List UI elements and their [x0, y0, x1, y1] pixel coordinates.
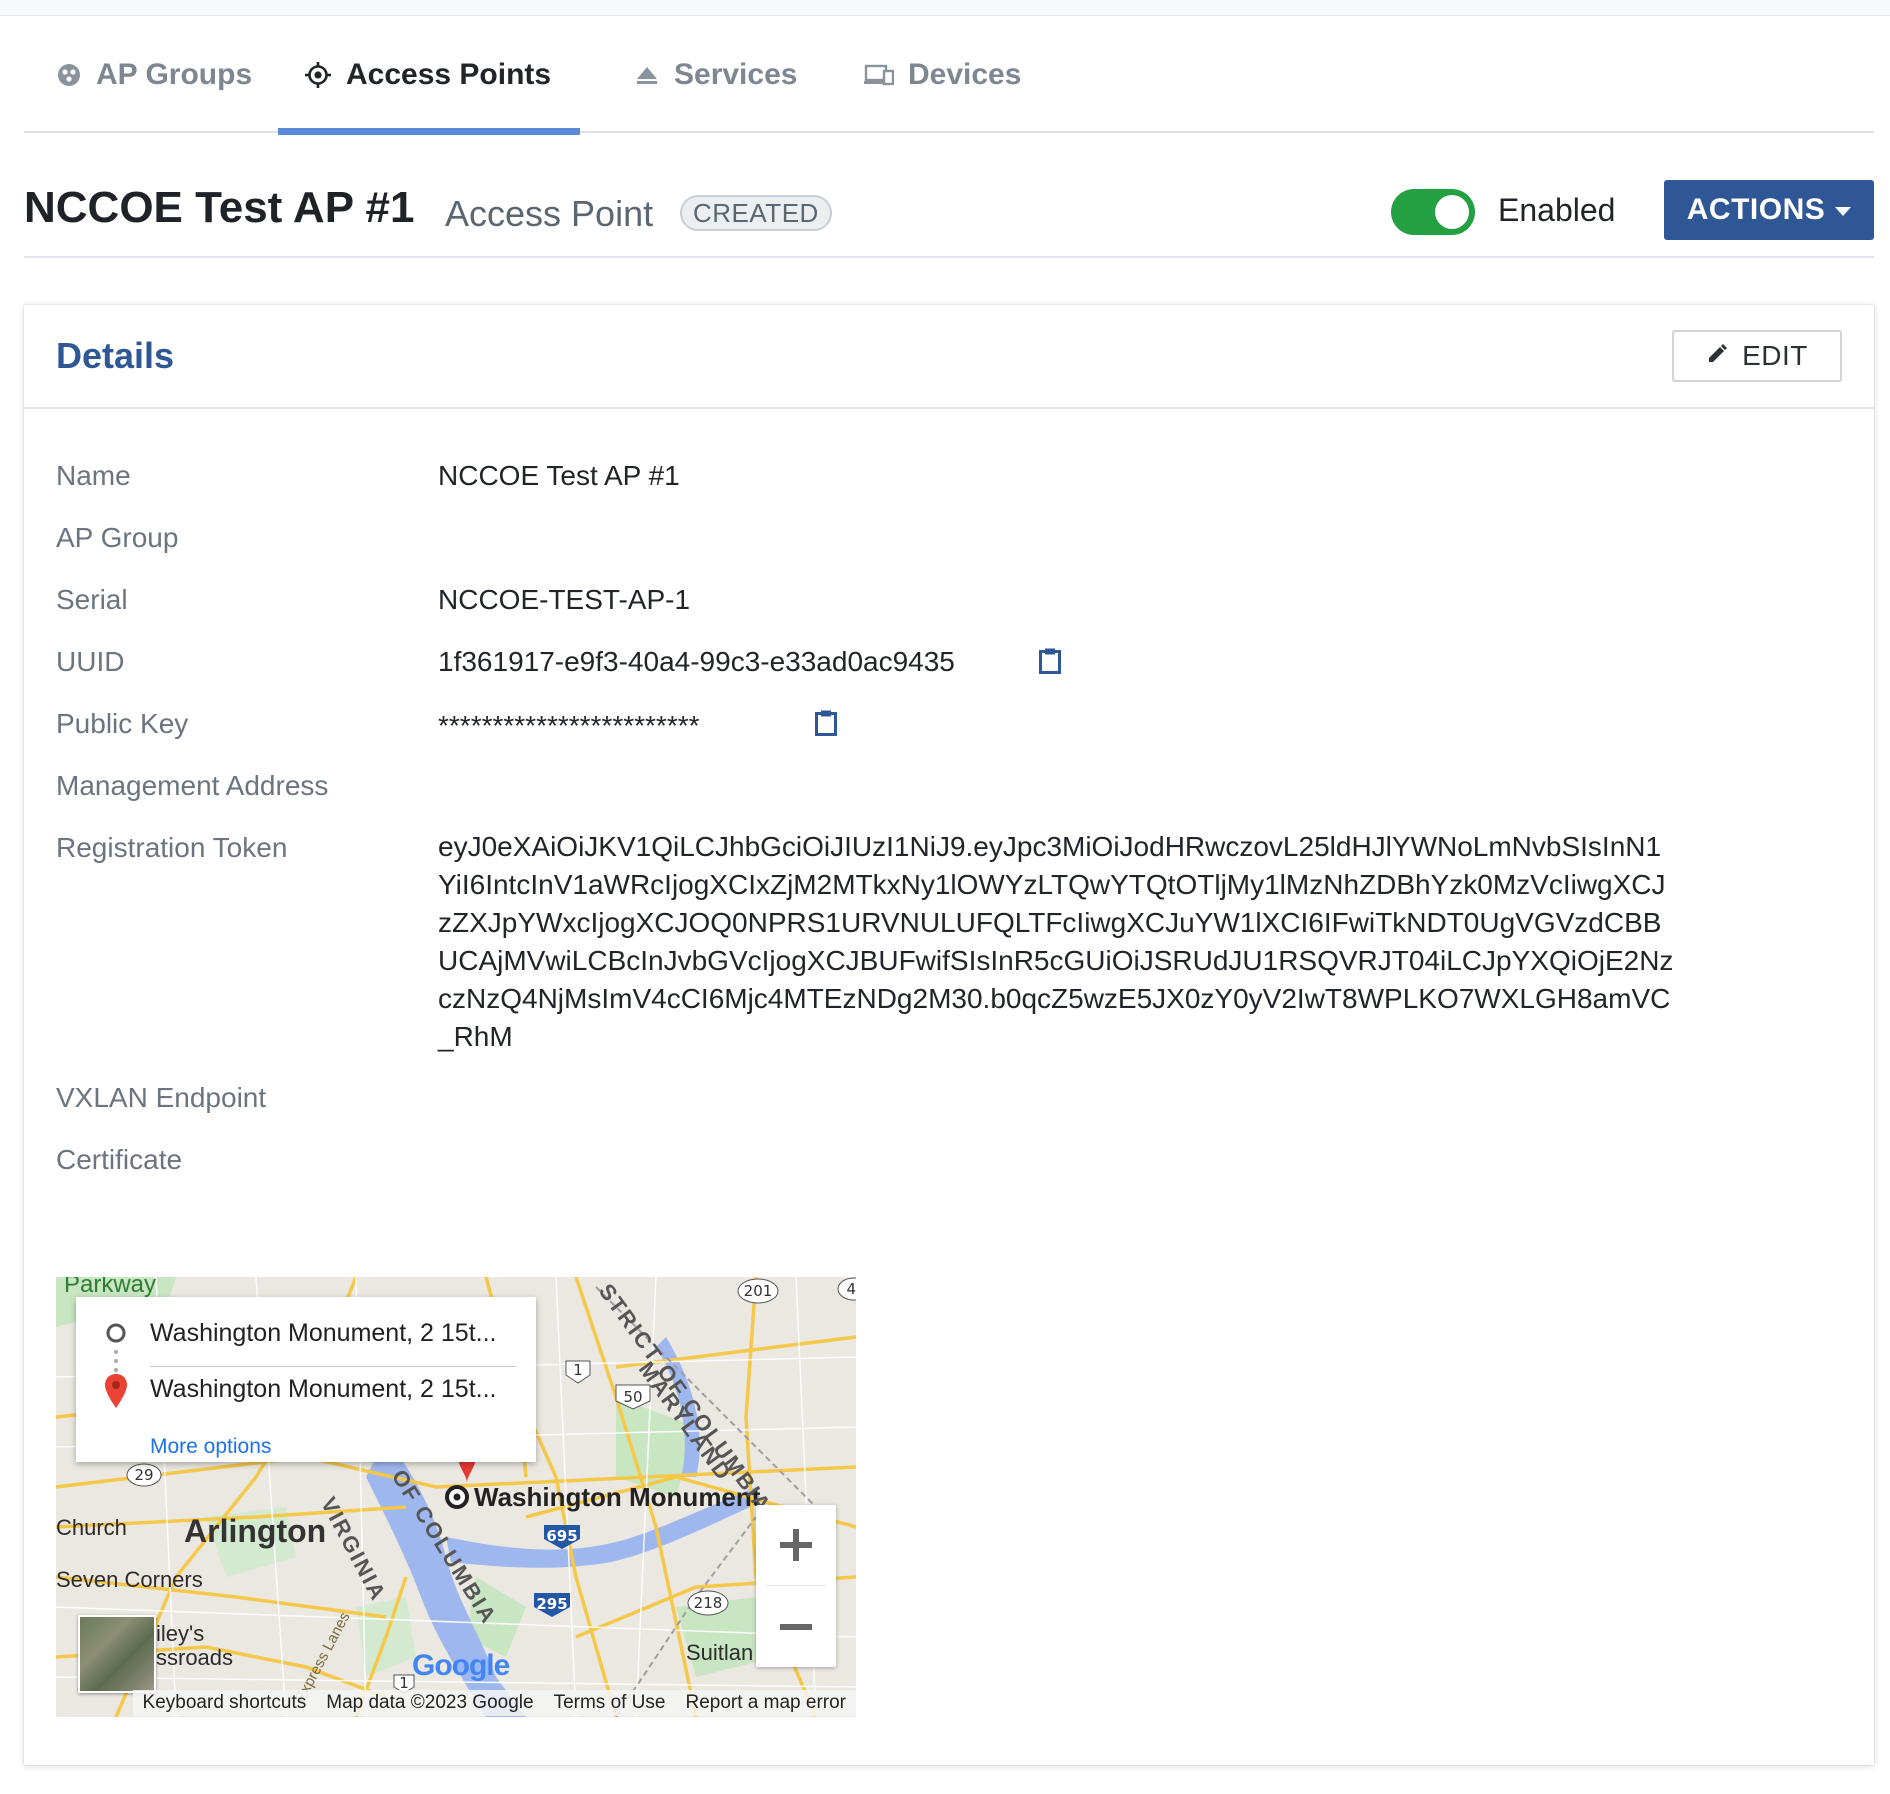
map-label-washington-monument: Washington Monument [474, 1482, 761, 1512]
keyboard-shortcuts-link[interactable]: Keyboard shortcuts [132, 1690, 317, 1716]
page-title: NCCOE Test AP #1 [24, 183, 415, 232]
location-map[interactable]: 201 1 50 29 695 295 218 1 45 Parkway Arl… [56, 1277, 856, 1717]
svg-text:29: 29 [134, 1466, 153, 1484]
satellite-toggle[interactable] [78, 1615, 156, 1693]
copy-public-key-icon[interactable] [814, 709, 838, 742]
map-label-parkway: Parkway [64, 1277, 157, 1298]
pencil-icon [1706, 340, 1728, 372]
access-point-icon [304, 61, 332, 89]
field-label-vxlan-endpoint: VXLAN Endpoint [56, 1082, 267, 1113]
toggle-label: Enabled [1498, 192, 1616, 228]
svg-text:218: 218 [694, 1594, 723, 1612]
tab-ap-groups[interactable]: AP Groups [30, 16, 278, 133]
tab-label: AP Groups [96, 57, 253, 91]
tab-services[interactable]: Services [608, 16, 823, 133]
google-logo: Google [412, 1649, 510, 1682]
field-label-ap-group: AP Group [56, 522, 179, 553]
plus-icon [780, 1529, 812, 1561]
top-bar [0, 0, 1890, 16]
field-label-public-key: Public Key [56, 708, 189, 739]
ap-groups-icon [56, 62, 82, 88]
map-label-seven-corners: Seven Corners [56, 1567, 203, 1592]
caret-down-icon [1835, 207, 1852, 216]
enabled-toggle[interactable] [1391, 189, 1475, 235]
field-label-uuid: UUID [56, 646, 125, 677]
tab-devices[interactable]: Devices [838, 16, 1047, 133]
field-value-uuid: 1f361917-e9f3-40a4-99c3-e33ad0ac9435 [438, 646, 955, 677]
card-title: Details [56, 335, 175, 376]
field-label-certificate: Certificate [56, 1144, 183, 1175]
map-footer: Keyboard shortcuts Map data ©2023 Google… [56, 1689, 856, 1717]
svg-text:50: 50 [623, 1388, 642, 1406]
map-data-attribution: Map data ©2023 Google [316, 1690, 544, 1716]
terms-of-use-link[interactable]: Terms of Use [543, 1690, 676, 1716]
zoom-out-button[interactable] [756, 1587, 836, 1667]
devices-icon [864, 63, 894, 87]
svg-text:295: 295 [536, 1595, 567, 1613]
tab-access-points[interactable]: Access Points [278, 16, 580, 135]
details-card: Details EDIT Name NCCOE Test AP #1 AP Gr… [24, 305, 1874, 1765]
minus-icon [780, 1624, 812, 1630]
page-subtitle: Access Point [445, 193, 654, 234]
map-label-church: Church [56, 1515, 127, 1540]
toggle-knob [1435, 195, 1469, 229]
status-badge: CREATED [680, 195, 832, 231]
actions-label: ACTIONS [1686, 193, 1826, 226]
map-label-arlington: Arlington [184, 1513, 327, 1549]
directions-divider [150, 1366, 516, 1367]
destination-pin-icon [104, 1373, 128, 1414]
services-icon [634, 64, 660, 86]
more-options-link[interactable]: More options [150, 1435, 271, 1459]
tab-bar: AP Groups Access Points Services Devices [24, 16, 1874, 135]
svg-text:1: 1 [573, 1361, 583, 1379]
page-header: NCCOE Test AP #1 Access Point CREATED En… [24, 163, 1874, 258]
svg-text:201: 201 [744, 1282, 773, 1300]
zoom-in-button[interactable] [756, 1505, 836, 1585]
directions-panel: Washington Monument, 2 15t... Washington… [76, 1297, 536, 1462]
svg-text:695: 695 [546, 1527, 577, 1545]
field-value-name: NCCOE Test AP #1 [438, 460, 680, 491]
origin-circle-icon [104, 1321, 128, 1350]
map-label-crossroads: ssroads [156, 1645, 234, 1670]
zoom-control [756, 1505, 836, 1667]
directions-origin[interactable]: Washington Monument, 2 15t... [150, 1319, 496, 1348]
map-label-suitland: Suitlan [686, 1640, 754, 1665]
zoom-separator [766, 1585, 826, 1586]
svg-text:45: 45 [846, 1280, 856, 1298]
card-header: Details EDIT [24, 305, 1874, 409]
field-label-name: Name [56, 460, 131, 491]
tab-label: Services [674, 57, 798, 91]
report-map-error-link[interactable]: Report a map error [675, 1690, 856, 1716]
field-value-registration-token: eyJ0eXAiOiJKV1QiLCJhbGciOiJIUzI1NiJ9.eyJ… [438, 831, 1674, 1052]
directions-destination[interactable]: Washington Monument, 2 15t... [150, 1375, 496, 1404]
field-label-serial: Serial [56, 584, 128, 615]
tab-label: Access Points [346, 57, 552, 91]
copy-uuid-icon[interactable] [1038, 647, 1062, 680]
edit-label: EDIT [1742, 340, 1808, 371]
field-label-registration-token: Registration Token [56, 832, 288, 863]
edit-button[interactable]: EDIT [1672, 330, 1842, 382]
tab-label: Devices [908, 57, 1022, 91]
actions-button[interactable]: ACTIONS [1664, 180, 1874, 240]
field-label-management-address: Management Address [56, 770, 329, 801]
field-value-serial: NCCOE-TEST-AP-1 [438, 584, 691, 615]
map-label-baileys: iley's [156, 1621, 205, 1646]
field-value-public-key: ************************ [438, 710, 700, 741]
